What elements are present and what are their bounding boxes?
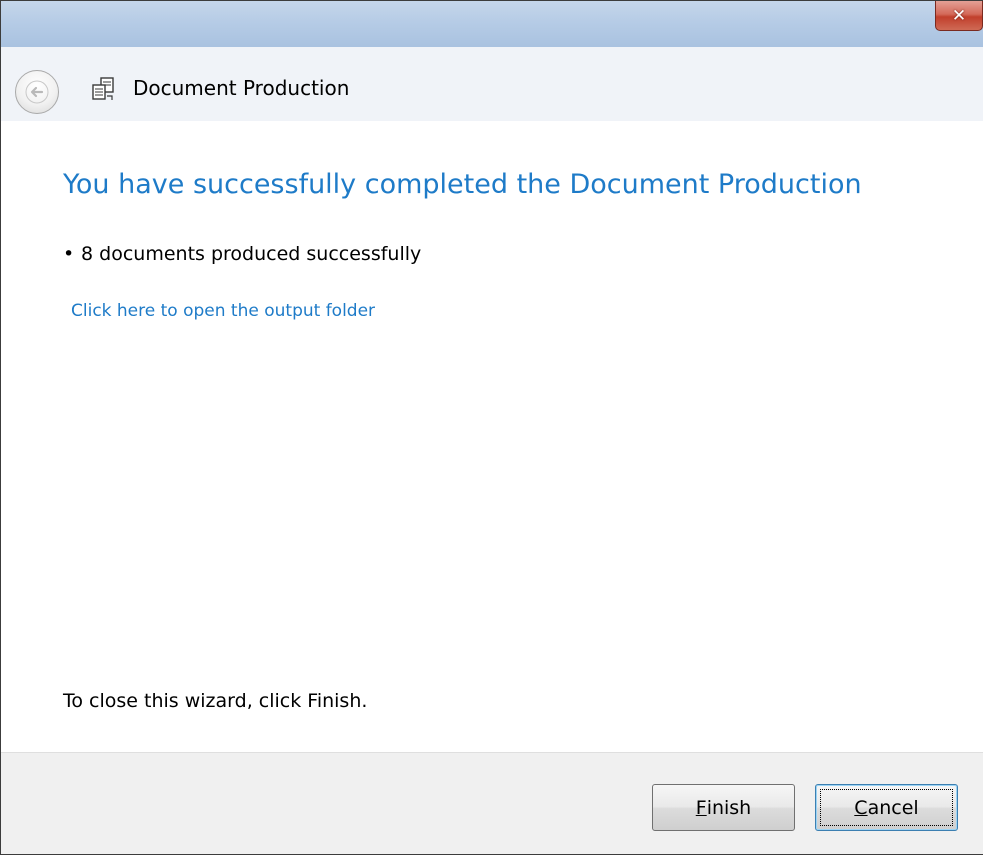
wizard-window: ✕ Document Production You have successfu… xyxy=(0,0,983,855)
focus-ring xyxy=(820,789,953,826)
close-instruction-text: To close this wizard, click Finish. xyxy=(63,690,368,712)
title-bar[interactable]: ✕ xyxy=(1,1,983,47)
wizard-content: You have successfully completed the Docu… xyxy=(1,121,983,751)
result-list-item: • 8 documents produced successfully xyxy=(63,243,421,265)
wizard-header: Document Production xyxy=(1,47,983,121)
result-text: 8 documents produced successfully xyxy=(81,243,422,265)
finish-button[interactable]: Finish xyxy=(652,784,795,831)
back-button[interactable] xyxy=(15,70,59,114)
open-output-folder-link[interactable]: Click here to open the output folder xyxy=(71,301,375,321)
wizard-title: Document Production xyxy=(133,76,350,100)
bullet-icon: • xyxy=(63,243,75,265)
back-arrow-icon xyxy=(25,80,49,104)
cancel-button[interactable]: Cancel xyxy=(815,784,958,831)
close-button[interactable]: ✕ xyxy=(935,1,983,31)
wizard-footer: Finish Cancel xyxy=(1,752,983,854)
document-production-icon xyxy=(92,77,114,100)
finish-accelerator: F xyxy=(695,796,707,819)
finish-label: inish xyxy=(706,796,752,819)
completion-heading: You have successfully completed the Docu… xyxy=(63,169,862,200)
close-icon: ✕ xyxy=(951,5,967,26)
